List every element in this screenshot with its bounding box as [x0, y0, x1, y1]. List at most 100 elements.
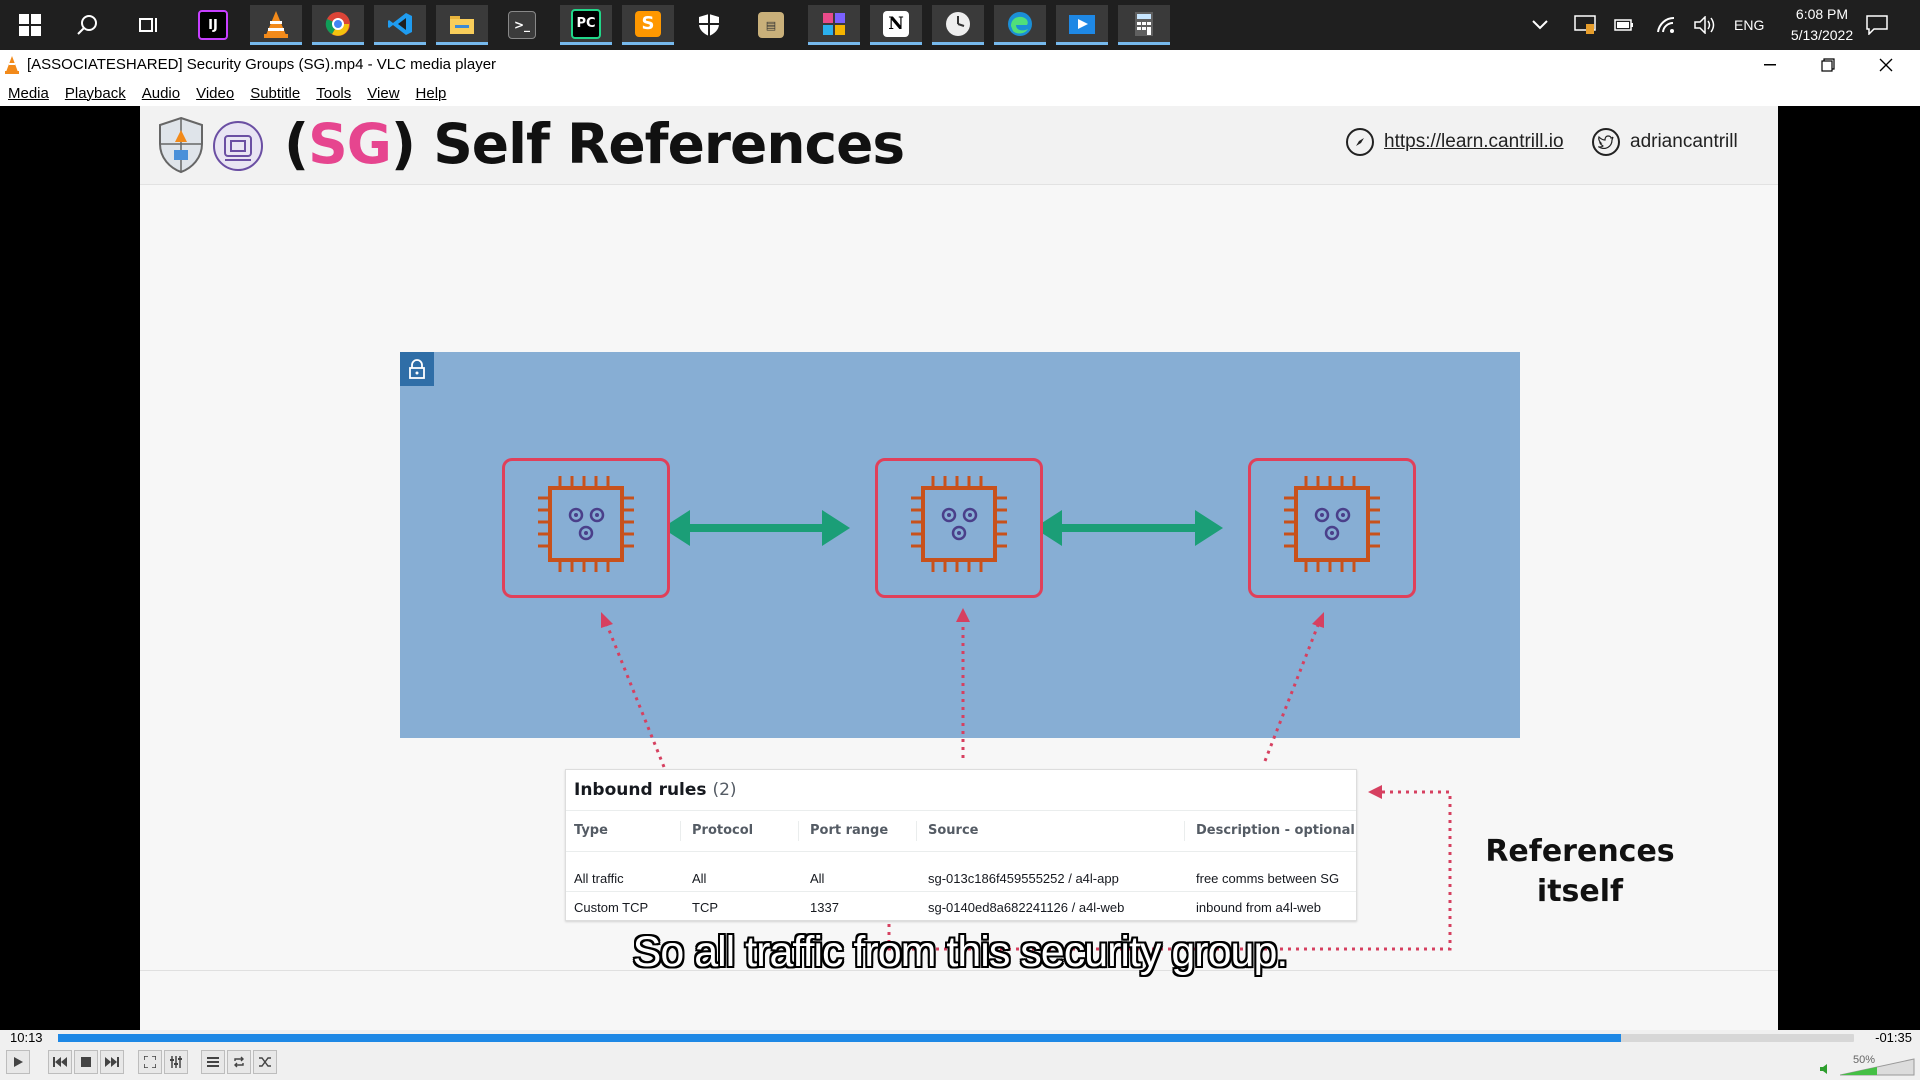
cell-type: All traffic	[574, 871, 624, 886]
play-button[interactable]	[6, 1050, 30, 1074]
clock[interactable]: 6:08 PM 5/13/2022	[1782, 4, 1862, 46]
self-reference-arrowhead	[1368, 785, 1382, 799]
defender-tray-icon[interactable]	[1574, 0, 1596, 50]
twitter-handle-text: adriancantrill	[1630, 131, 1738, 152]
playlist-button[interactable]	[201, 1050, 225, 1074]
slide-header: (SG) Self References https://learn.cantr…	[140, 106, 1778, 185]
compass-icon	[1346, 128, 1374, 156]
arrow-instance2-instance3	[1034, 510, 1223, 546]
course-link: https://learn.cantrill.io	[1346, 128, 1564, 156]
slide-title-highlight: SG	[308, 112, 392, 176]
notion-icon[interactable]: N	[870, 5, 922, 45]
next-button[interactable]	[100, 1050, 124, 1074]
task-view-icon[interactable]	[129, 5, 169, 45]
slide: (SG) Self References https://learn.cantr…	[140, 106, 1778, 1030]
language-indicator[interactable]: ENG	[1734, 0, 1764, 50]
table-row: Custom TCP TCP 1337 sg-0140ed8a682241126…	[566, 892, 1356, 920]
inbound-rules-header: Type Protocol Port range Source Descript…	[566, 810, 1356, 852]
terminal-icon[interactable]: >_	[502, 5, 542, 45]
vlc-icon[interactable]	[250, 5, 302, 45]
menu-video[interactable]: Video	[196, 85, 234, 102]
windows-start-icon[interactable]	[10, 5, 50, 45]
fullscreen-button[interactable]	[138, 1050, 162, 1074]
ec2-chip-icon	[538, 476, 634, 572]
course-link-text: https://learn.cantrill.io	[1384, 131, 1564, 152]
twitter-icon	[1592, 128, 1620, 156]
cell-port-range: 1337	[810, 900, 839, 915]
intellij-icon[interactable]: IJ	[193, 5, 233, 45]
seek-bar[interactable]	[58, 1034, 1854, 1042]
notifications-icon[interactable]	[1866, 0, 1888, 50]
menu-audio[interactable]: Audio	[142, 85, 180, 102]
ec2-instance-1	[502, 458, 670, 598]
clock-date: 5/13/2022	[1790, 27, 1854, 43]
slide-title-prefix: (	[284, 112, 309, 176]
scanner-icon[interactable]: ▤	[751, 5, 791, 45]
vlc-cone-icon	[4, 55, 20, 80]
extended-settings-button[interactable]	[164, 1050, 188, 1074]
stop-button[interactable]	[74, 1050, 98, 1074]
clock-time: 6:08 PM	[1795, 6, 1849, 22]
menu-bar: Media Playback Audio Video Subtitle Tool…	[0, 80, 1920, 106]
previous-button[interactable]	[48, 1050, 72, 1074]
slide-title: (SG) Self References	[284, 112, 905, 176]
menu-media[interactable]: Media	[8, 85, 49, 102]
tray-chevron-icon[interactable]	[1532, 0, 1548, 50]
volume-tray-icon[interactable]	[1694, 0, 1716, 50]
cell-source: sg-013c186f459555252 / a4l-app	[928, 871, 1119, 886]
shuffle-button[interactable]	[253, 1050, 277, 1074]
window-title: [ASSOCIATESHARED] Security Groups (SG).m…	[27, 56, 497, 73]
twitter-handle: adriancantrill	[1592, 128, 1738, 156]
vpc-area	[400, 352, 1520, 738]
app-grid-icon[interactable]	[808, 5, 860, 45]
ec2-instance-3	[1248, 458, 1416, 598]
ec2-chip-icon	[1284, 476, 1380, 572]
edge-icon[interactable]	[994, 5, 1046, 45]
minimize-button[interactable]	[1746, 50, 1794, 80]
cell-source: sg-0140ed8a682241126 / a4l-web	[928, 900, 1125, 915]
close-button[interactable]	[1862, 50, 1910, 80]
chrome-icon[interactable]	[312, 5, 364, 45]
battery-icon[interactable]	[1614, 0, 1634, 50]
subtitle-caption: So all traffic from this security group.	[632, 928, 1289, 976]
menu-help[interactable]: Help	[416, 85, 447, 102]
references-itself-label: References itself	[1480, 832, 1680, 912]
cell-type: Custom TCP	[574, 900, 649, 915]
vscode-icon[interactable]	[374, 5, 426, 45]
inbound-rules-title: Inbound rules (2)	[574, 780, 737, 800]
video-area[interactable]: (SG) Self References https://learn.cantr…	[0, 106, 1920, 1030]
security-group-badge-icon	[212, 120, 264, 177]
inbound-rules-count: (2)	[712, 780, 737, 800]
menu-view[interactable]: View	[367, 85, 399, 102]
file-explorer-icon[interactable]	[436, 5, 488, 45]
pycharm-icon[interactable]: PC	[560, 5, 612, 45]
remaining-time[interactable]: -01:35	[1875, 1030, 1912, 1045]
calculator-icon[interactable]	[1118, 5, 1170, 45]
menu-playback[interactable]: Playback	[65, 85, 126, 102]
menu-tools[interactable]: Tools	[316, 85, 351, 102]
security-shield-icon[interactable]	[689, 5, 729, 45]
col-type: Type	[574, 823, 608, 838]
cell-description: free comms between SG	[1196, 871, 1340, 886]
wifi-icon[interactable]	[1656, 0, 1676, 50]
window-titlebar: [ASSOCIATESHARED] Security Groups (SG).m…	[0, 50, 1920, 80]
elapsed-time[interactable]: 10:13	[10, 1030, 43, 1045]
cell-protocol: All	[692, 871, 707, 886]
cell-protocol: TCP	[692, 900, 718, 915]
restore-button[interactable]	[1804, 50, 1852, 80]
clock-app-icon[interactable]	[932, 5, 984, 45]
menu-subtitle[interactable]: Subtitle	[250, 85, 300, 102]
inbound-rules-title-text: Inbound rules	[574, 780, 707, 800]
cell-description: inbound from a4l-web	[1196, 900, 1322, 915]
sublime-icon[interactable]: S	[622, 5, 674, 45]
loop-button[interactable]	[227, 1050, 251, 1074]
col-description: Description - optional	[1184, 821, 1355, 841]
references-label-line1: References	[1485, 834, 1675, 869]
inbound-rules-panel: Inbound rules (2) Type Protocol Port ran…	[565, 769, 1357, 921]
volume-speaker-icon[interactable]	[1820, 1063, 1832, 1077]
search-icon[interactable]	[68, 5, 108, 45]
volume-slider[interactable]	[1840, 1058, 1916, 1076]
media-player-icon[interactable]	[1056, 5, 1108, 45]
references-label-line2: itself	[1536, 874, 1624, 909]
cell-port-range: All	[810, 871, 825, 886]
